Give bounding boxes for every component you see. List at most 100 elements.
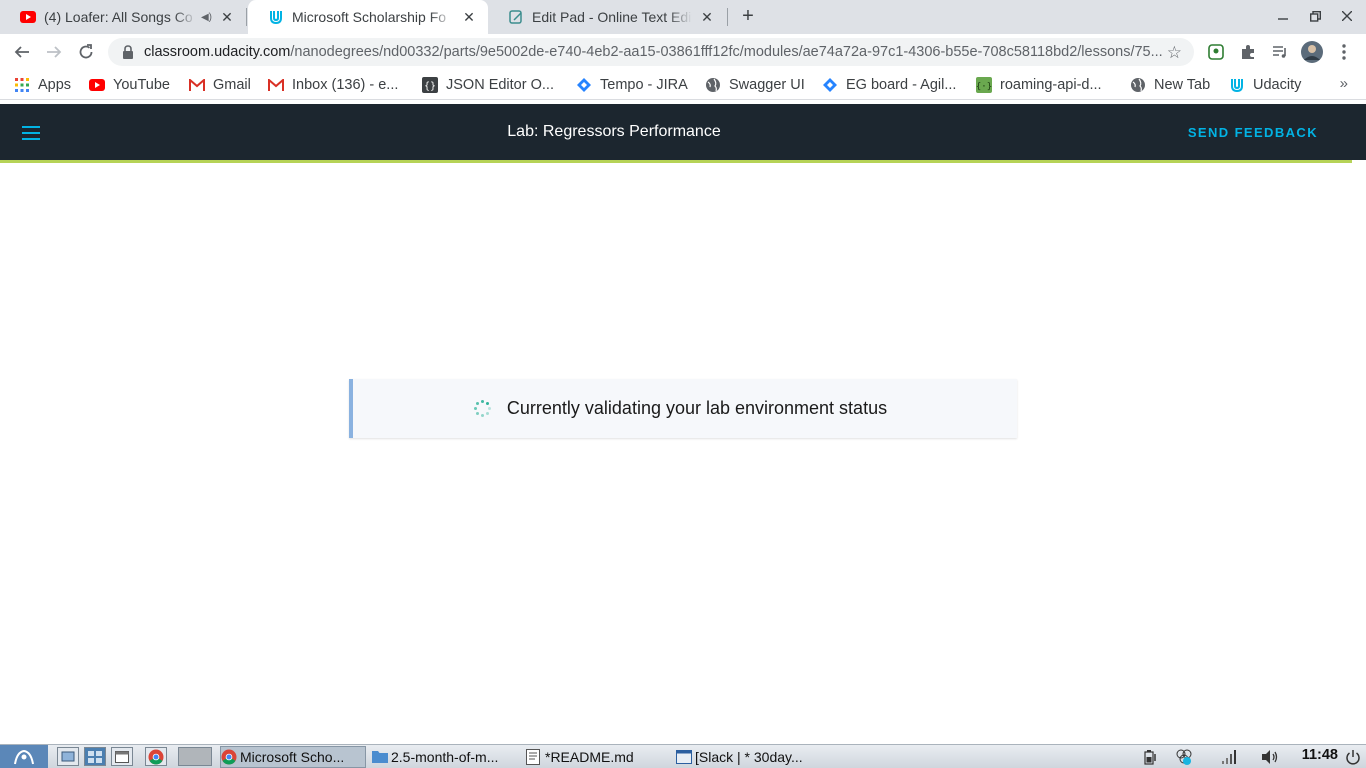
network-icon[interactable] (1175, 748, 1193, 766)
jira-icon (822, 77, 838, 93)
bookmark-youtube[interactable]: YouTube (89, 75, 170, 95)
tab-divider (246, 8, 247, 26)
extension-icon[interactable] (1206, 42, 1226, 62)
tab-edit-pad[interactable]: Edit Pad - Online Text Edit ✕ (488, 0, 726, 34)
bookmark-swagger-ui[interactable]: Swagger UI (705, 75, 805, 95)
close-tab-icon[interactable]: ✕ (218, 8, 236, 26)
window-list-icon[interactable] (111, 747, 133, 766)
show-desktop-icon[interactable] (57, 747, 79, 766)
bookmark-label: Apps (38, 77, 72, 93)
spinner-dot (486, 411, 490, 415)
address-bar[interactable]: classroom.udacity.com /nanodegrees/nd003… (108, 38, 1194, 66)
bookmark-label: Udacity (1253, 77, 1302, 93)
status-message: Currently validating your lab environmen… (506, 398, 888, 418)
taskbar-item-slack[interactable]: [Slack | * 30day... (676, 746, 826, 768)
taskbar-clock[interactable]: 11:48 (1302, 747, 1338, 763)
taskbar-item-chrome[interactable]: Microsoft Scho... (220, 746, 366, 768)
svg-text:{}: {} (424, 81, 436, 92)
tab-title: Edit Pad - Online Text Edit (532, 9, 692, 25)
loading-spinner-icon (473, 399, 493, 419)
svg-text:{·}: {·} (976, 82, 992, 92)
browser-tab-strip: (4) Loafer: All Songs Co ◀) ✕ Microsoft … (0, 0, 1366, 34)
bookmark-json-editor[interactable]: {} JSON Editor O... (422, 75, 554, 95)
bookmarks-bar: Apps YouTube Gmail Inbox (136) - e... {}… (0, 70, 1366, 100)
bookmark-udacity[interactable]: Udacity (1229, 75, 1301, 95)
workspace-switcher-icon[interactable] (84, 747, 106, 766)
more-bookmarks-chevron-icon[interactable]: » (1340, 75, 1348, 92)
gmail-icon (268, 77, 284, 93)
spinner-dot (481, 400, 485, 403)
start-menu-button[interactable] (0, 745, 48, 768)
close-window-icon[interactable] (1337, 6, 1357, 26)
close-tab-icon[interactable]: ✕ (460, 8, 478, 26)
bookmark-label: JSON Editor O... (446, 77, 554, 93)
forward-arrow-icon[interactable] (42, 40, 66, 64)
text-editor-icon (526, 749, 542, 765)
bookmark-label: YouTube (113, 77, 170, 93)
bookmark-tempo-jira[interactable]: Tempo - JIRA (576, 75, 688, 95)
power-icon[interactable] (1344, 748, 1362, 766)
apps-grid-icon (14, 77, 30, 93)
taskbar-item-readme[interactable]: *README.md (526, 746, 666, 768)
spinner-dot (474, 407, 478, 410)
bookmark-inbox[interactable]: Inbox (136) - e... (268, 75, 398, 95)
back-arrow-icon[interactable] (10, 40, 34, 64)
spinner-dot (476, 411, 480, 415)
globe-icon (1130, 77, 1146, 93)
audio-playing-icon[interactable]: ◀) (201, 12, 212, 23)
header-accent-divider (0, 160, 1352, 163)
bookmark-label: EG board - Agil... (846, 77, 957, 93)
spinner-dot (488, 407, 492, 410)
browser-toolbar: classroom.udacity.com /nanodegrees/nd003… (0, 34, 1366, 70)
bookmark-apps[interactable]: Apps (14, 75, 71, 95)
spinner-dot (486, 402, 490, 406)
tab-microsoft-scholarship[interactable]: Microsoft Scholarship Fo ✕ (248, 0, 488, 34)
editpad-icon (508, 9, 524, 25)
taskbar-item-label: Microsoft Scho... (240, 749, 345, 765)
taskbar-item-label: [Slack | * 30day... (695, 749, 803, 765)
jira-icon (576, 77, 592, 93)
udacity-icon (1229, 77, 1245, 93)
bookmark-star-icon[interactable]: ☆ (1167, 43, 1182, 63)
bookmark-label: Inbox (136) - e... (292, 77, 399, 93)
json-editor-icon: {} (422, 77, 438, 93)
bookmark-new-tab[interactable]: New Tab (1130, 75, 1210, 95)
bookmark-gmail[interactable]: Gmail (189, 75, 251, 95)
bookmark-label: Tempo - JIRA (600, 77, 688, 93)
minimize-window-icon[interactable] (1273, 6, 1293, 26)
battery-icon[interactable] (1142, 748, 1160, 766)
volume-icon[interactable] (1261, 748, 1279, 766)
window-icon (676, 749, 692, 765)
gmail-icon (189, 77, 205, 93)
reload-icon[interactable] (74, 40, 98, 64)
lock-icon[interactable] (122, 45, 134, 59)
taskbar-item-label: *README.md (545, 749, 634, 765)
app-launcher-placeholder[interactable] (178, 747, 212, 766)
puzzle-extensions-icon[interactable] (1238, 42, 1258, 62)
restore-window-icon[interactable] (1305, 6, 1325, 26)
close-tab-icon[interactable]: ✕ (698, 8, 716, 26)
url-path: /nanodegrees/nd00332/parts/9e5002de-e740… (290, 44, 1163, 60)
new-tab-button[interactable]: + (737, 5, 759, 27)
chrome-launcher-icon[interactable] (145, 747, 167, 766)
page-title: Lab: Regressors Performance (507, 123, 721, 140)
bookmark-label: roaming-api-d... (1000, 77, 1102, 93)
signal-strength-icon[interactable] (1220, 748, 1238, 766)
bookmark-eg-board[interactable]: EG board - Agil... (822, 75, 956, 95)
tab-divider (727, 8, 728, 26)
bookmark-label: Gmail (213, 77, 251, 93)
tab-youtube-loafer[interactable]: (4) Loafer: All Songs Co ◀) ✕ (0, 0, 246, 34)
chrome-icon (221, 749, 237, 765)
taskbar-item-folder[interactable]: 2.5-month-of-m... (372, 746, 520, 768)
profile-avatar[interactable] (1300, 40, 1324, 64)
bookmark-roaming-api[interactable]: {·} roaming-api-d... (976, 75, 1102, 95)
spinner-dot (476, 402, 480, 406)
send-feedback-button[interactable]: SEND FEEDBACK (1188, 104, 1318, 160)
os-taskbar: Microsoft Scho... 2.5-month-of-m... *REA… (0, 744, 1366, 768)
lab-status-card: Currently validating your lab environmen… (349, 379, 1017, 438)
browser-menu-icon[interactable] (1334, 42, 1354, 62)
globe-icon (705, 77, 721, 93)
bookmark-label: Swagger UI (729, 77, 805, 93)
media-queue-icon[interactable] (1270, 42, 1290, 62)
spinner-dot (481, 414, 485, 417)
